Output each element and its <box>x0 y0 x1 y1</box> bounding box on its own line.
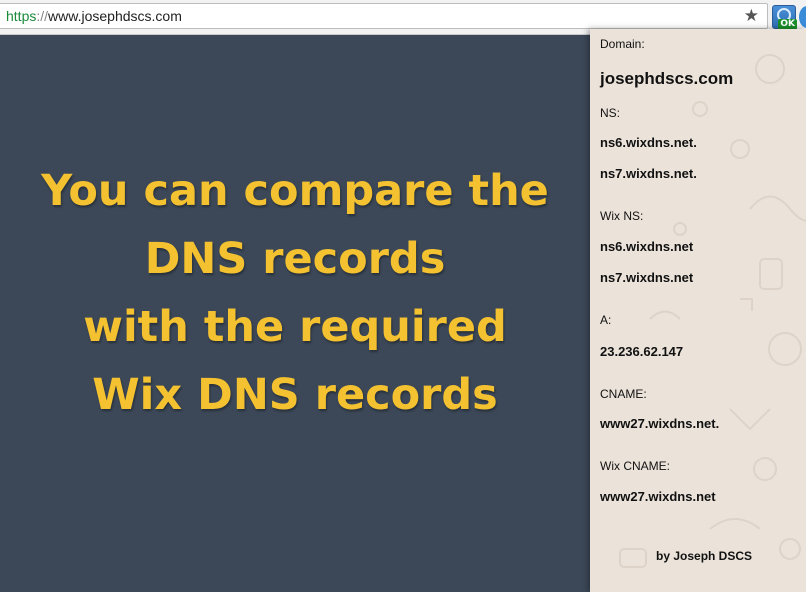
cname-label: CNAME: <box>600 387 647 401</box>
doodle-background-pattern <box>619 54 806 568</box>
headline-line-1: You can compare the <box>41 166 549 216</box>
headline-line-4: Wix DNS records <box>92 370 498 420</box>
address-bar[interactable]: https://www.josephdscs.com ★ <box>0 3 768 29</box>
wix-cname-label: Wix CNAME: <box>600 459 670 473</box>
domain-label: Domain: <box>600 37 645 51</box>
wix-ns-value-2: ns7.wixdns.net <box>600 270 694 285</box>
extension-popup: Domain: josephdscs.com NS: ns6.wixdns.ne… <box>590 29 806 592</box>
dns-checker-extension-icon[interactable]: OK <box>772 5 797 30</box>
page-content: You can compare the DNS records with the… <box>0 35 590 592</box>
ns-label: NS: <box>600 106 621 120</box>
headline-line-2: DNS records <box>144 234 446 284</box>
ns-value-1: ns6.wixdns.net. <box>600 135 697 150</box>
url-scheme: https <box>6 8 37 24</box>
headline: You can compare the DNS records with the… <box>0 157 590 429</box>
second-extension-icon[interactable] <box>799 6 806 28</box>
url-separator: :// <box>36 8 49 24</box>
wix-cname-value: www27.wixdns.net <box>600 489 716 504</box>
a-record-value: 23.236.62.147 <box>600 344 684 359</box>
url-host: www.josephdscs.com <box>48 8 182 24</box>
author-credit: by Joseph DSCS <box>656 549 753 563</box>
wix-ns-value-1: ns6.wixdns.net <box>600 239 694 254</box>
domain-value: josephdscs.com <box>600 69 734 88</box>
cname-value: www27.wixdns.net. <box>600 416 720 431</box>
url-text[interactable]: https://www.josephdscs.com <box>6 8 182 24</box>
ns-value-2: ns7.wixdns.net. <box>600 166 697 181</box>
bookmark-star-icon[interactable]: ★ <box>744 7 759 25</box>
headline-line-3: with the required <box>83 302 507 352</box>
a-record-label: A: <box>600 313 612 327</box>
wix-ns-label: Wix NS: <box>600 209 644 223</box>
